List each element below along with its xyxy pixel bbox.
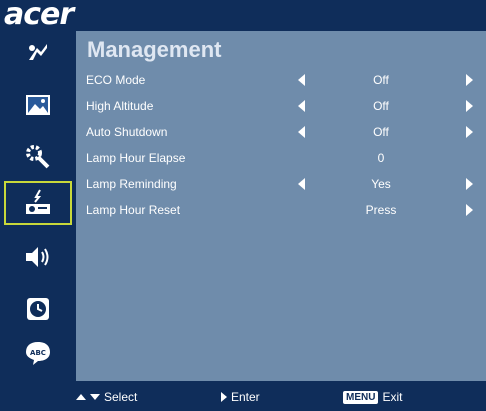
select-hint-label: Select [104, 390, 138, 404]
left-arrow-icon[interactable] [298, 126, 305, 138]
right-arrow-icon[interactable] [466, 74, 473, 86]
svg-text:ABC: ABC [30, 349, 46, 357]
sidebar: ABC [0, 31, 75, 381]
row-value: Off [373, 125, 389, 139]
image-icon [24, 91, 52, 119]
sidebar-item-image[interactable] [4, 83, 72, 127]
row-label: Lamp Reminding [86, 177, 177, 191]
setting-row-eco-mode[interactable]: ECO Mode Off [86, 69, 482, 91]
exit-hint: MENU Exit [343, 390, 402, 404]
right-arrow-icon [221, 392, 227, 402]
top-bar: acer [0, 0, 486, 32]
abc-icon: ABC [24, 339, 52, 367]
right-arrow-icon[interactable] [466, 126, 473, 138]
row-value: 0 [377, 151, 385, 165]
right-arrow-icon[interactable] [466, 100, 473, 112]
row-label: Lamp Hour Reset [86, 203, 181, 217]
sidebar-item-color[interactable] [4, 31, 72, 75]
enter-hint: Enter [221, 390, 260, 404]
up-arrow-icon [76, 394, 86, 400]
sidebar-item-language[interactable]: ABC [4, 331, 72, 375]
management-panel: Management ECO Mode Off High Altitude Of… [76, 31, 486, 381]
setting-icon [24, 143, 52, 171]
down-arrow-icon [90, 394, 100, 400]
row-label: ECO Mode [86, 73, 146, 87]
row-value: Off [373, 73, 389, 87]
setting-row-lamp-hour-elapse: Lamp Hour Elapse 0 [86, 147, 482, 169]
row-value: Yes [371, 177, 391, 191]
select-hint: Select [76, 390, 137, 404]
footer-hints: Select Enter MENU Exit [0, 381, 486, 411]
projector-icon [24, 189, 52, 217]
exit-hint-label: Exit [382, 390, 403, 404]
sidebar-item-management[interactable] [4, 181, 72, 225]
sidebar-item-timer[interactable] [4, 287, 72, 331]
row-value: Press [365, 203, 397, 217]
acer-logo: acer [4, 0, 74, 32]
setting-row-high-altitude[interactable]: High Altitude Off [86, 95, 482, 117]
left-arrow-icon[interactable] [298, 74, 305, 86]
menu-key-icon: MENU [343, 390, 379, 404]
row-value: Off [373, 99, 389, 113]
enter-hint-label: Enter [231, 390, 260, 404]
sidebar-item-audio[interactable] [4, 235, 72, 279]
left-arrow-icon[interactable] [298, 178, 305, 190]
color-icon [24, 39, 52, 67]
osd-window: acer ABC Management ECO Mode Off High Al… [0, 0, 486, 411]
page-title: Management [87, 37, 222, 62]
sidebar-item-setting[interactable] [4, 135, 72, 179]
row-label: Auto Shutdown [86, 125, 168, 139]
setting-row-lamp-hour-reset[interactable]: Lamp Hour Reset Press [86, 199, 482, 221]
right-arrow-icon[interactable] [466, 178, 473, 190]
setting-row-auto-shutdown[interactable]: Auto Shutdown Off [86, 121, 482, 143]
left-arrow-icon[interactable] [298, 100, 305, 112]
speaker-icon [24, 243, 52, 271]
row-label: High Altitude [86, 99, 154, 113]
right-arrow-icon[interactable] [466, 204, 473, 216]
setting-row-lamp-reminding[interactable]: Lamp Reminding Yes [86, 173, 482, 195]
clock-icon [24, 295, 52, 323]
row-label: Lamp Hour Elapse [86, 151, 186, 165]
